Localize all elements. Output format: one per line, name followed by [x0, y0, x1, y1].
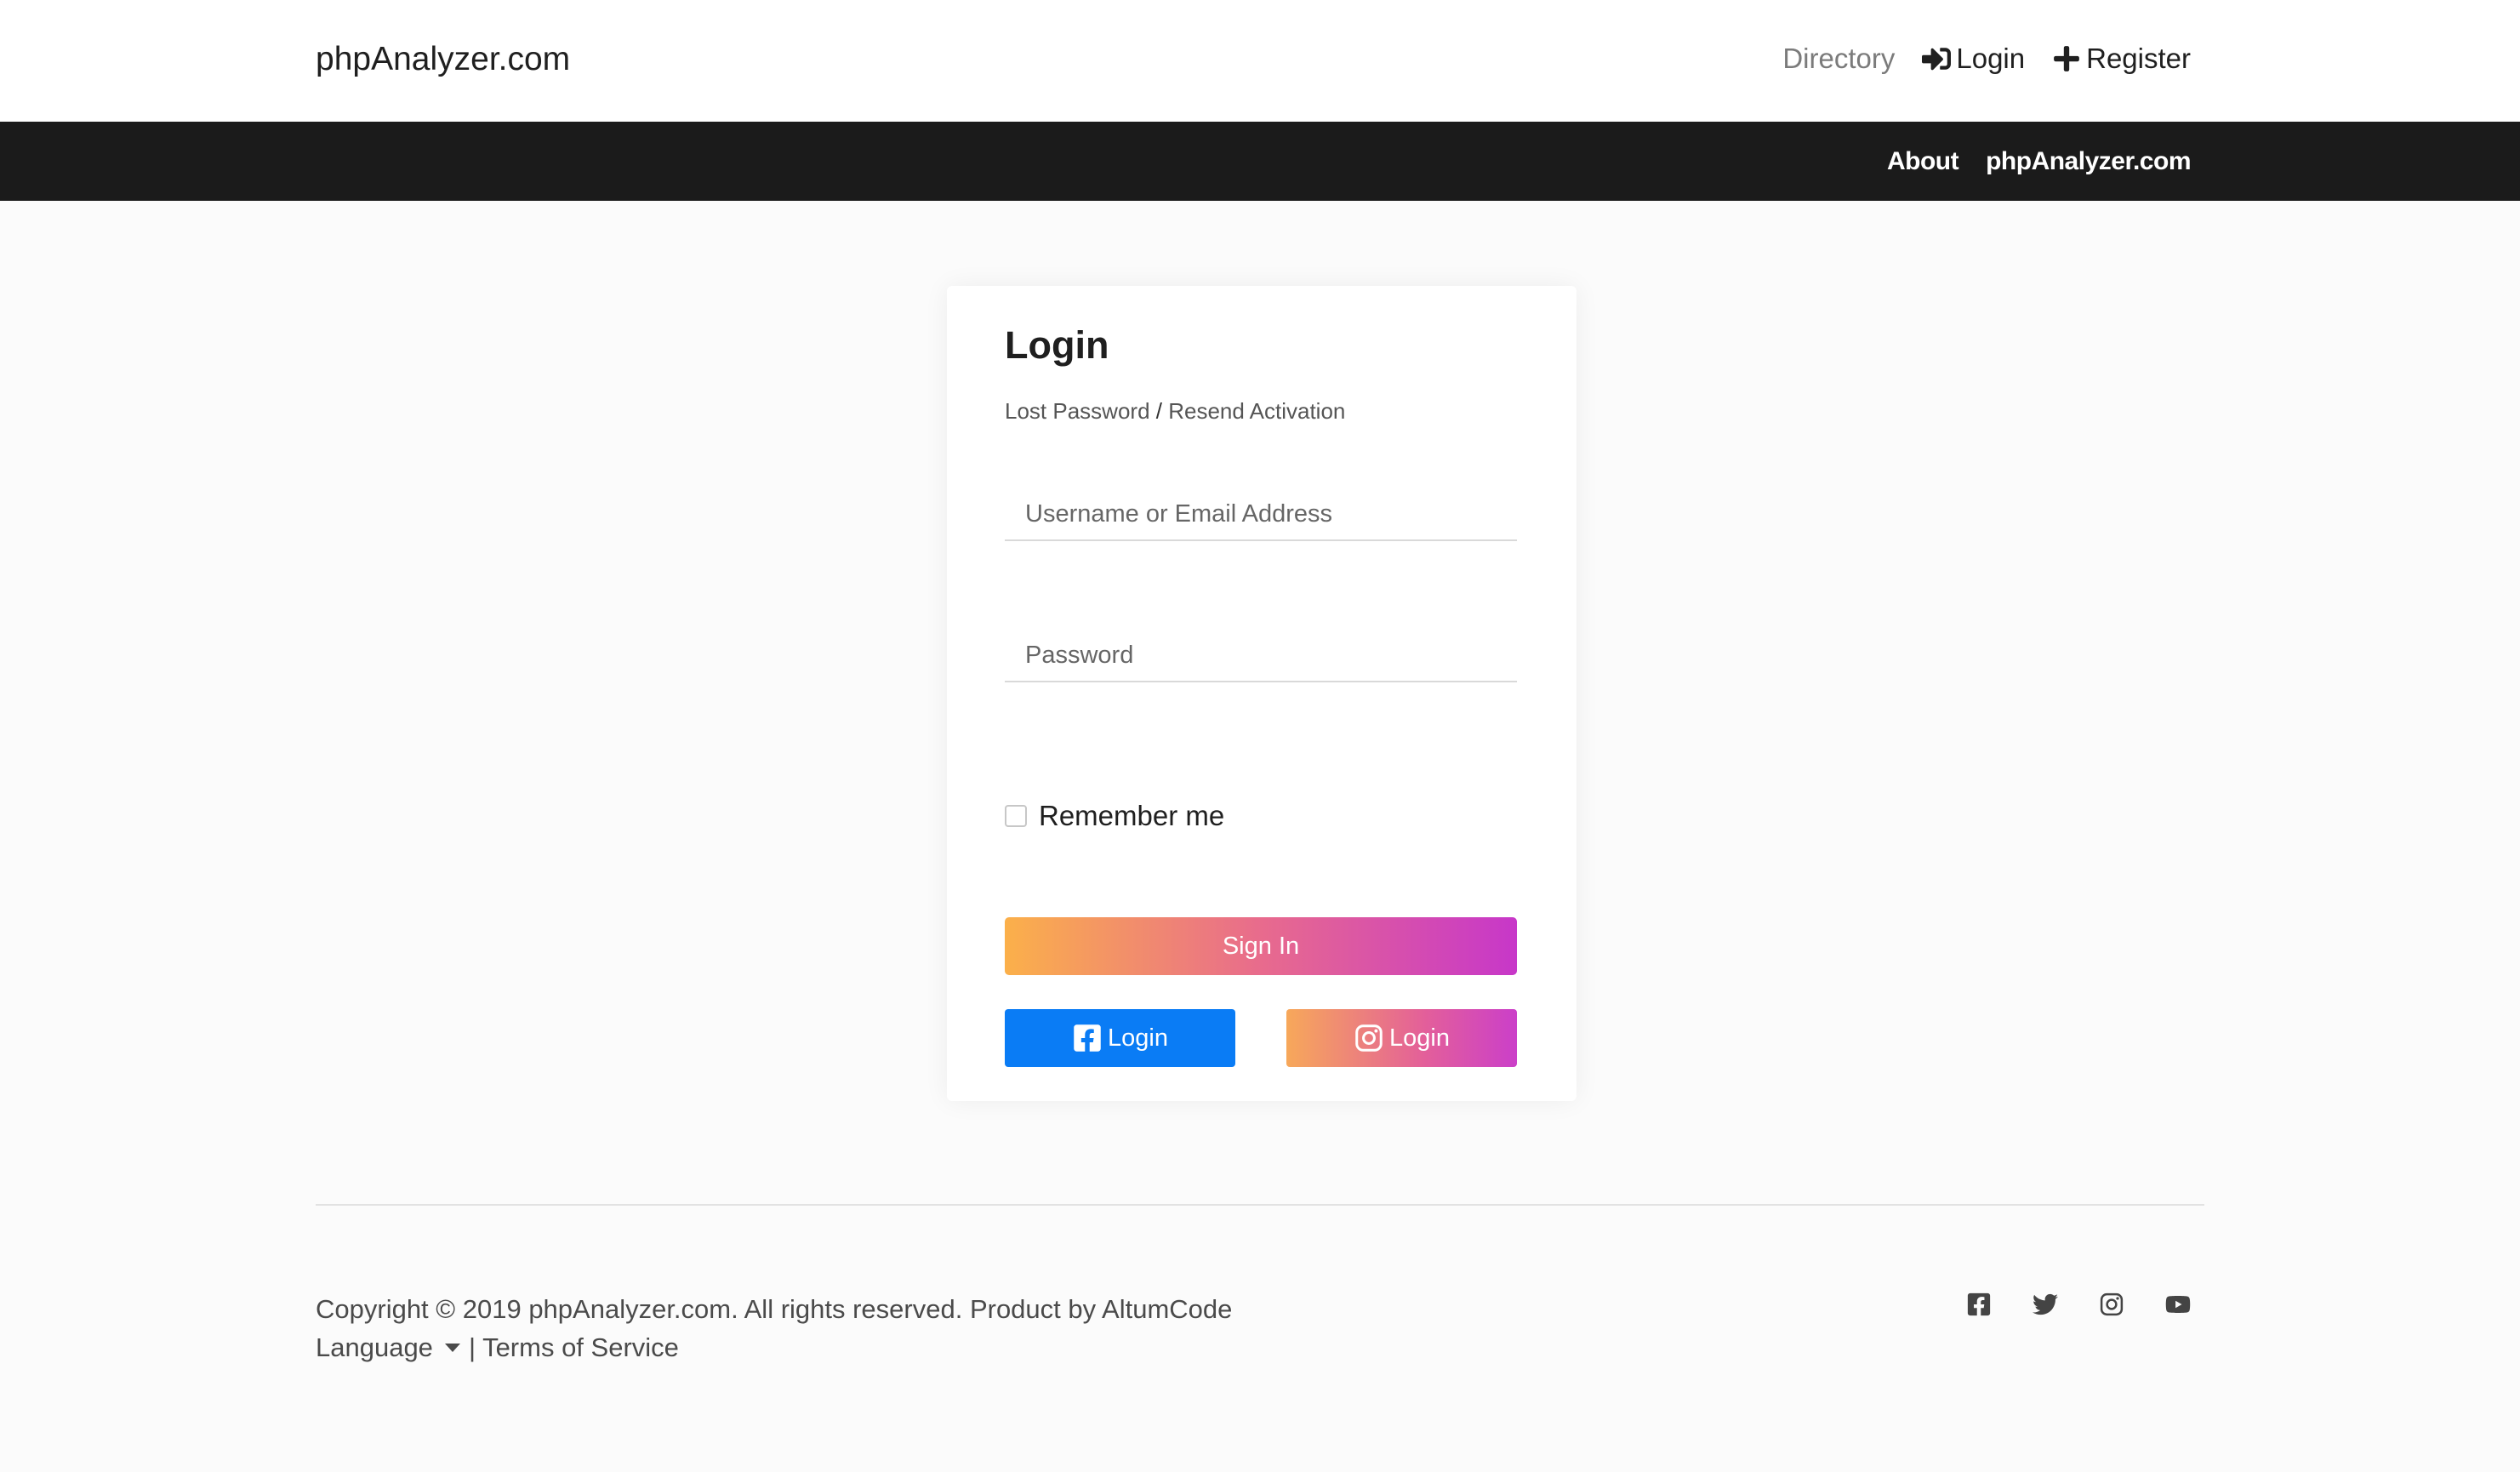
language-label: Language — [316, 1332, 433, 1362]
secondary-navbar: About phpAnalyzer.com — [0, 122, 2520, 201]
copyright-text: Copyright © 2019 phpAnalyzer.com. All ri… — [316, 1294, 1233, 1324]
lost-password-link[interactable]: Lost Password — [1005, 398, 1150, 424]
youtube-icon[interactable] — [2165, 1292, 2191, 1317]
footer: Copyright © 2019 phpAnalyzer.com. All ri… — [316, 1290, 1232, 1366]
footer-divider — [316, 1204, 2204, 1206]
footer-links: Language | Terms of Service — [316, 1328, 1232, 1366]
about-link[interactable]: About — [1887, 147, 1959, 176]
resend-activation-link[interactable]: Resend Activation — [1168, 398, 1345, 424]
footer-separator: | — [468, 1332, 476, 1362]
instagram-icon — [1355, 1024, 1383, 1052]
site-link[interactable]: phpAnalyzer.com — [1986, 147, 2191, 176]
nav-directory-link[interactable]: Directory — [1782, 43, 1895, 75]
facebook-square-icon — [1074, 1024, 1101, 1052]
sign-in-button[interactable]: Sign In — [1005, 917, 1517, 975]
nav-login-label: Login — [1956, 43, 2026, 74]
plus-icon — [2054, 46, 2079, 71]
nav-login-link[interactable]: Login — [1922, 43, 2025, 75]
instagram-icon[interactable] — [2099, 1292, 2124, 1317]
instagram-login-label: Login — [1389, 1024, 1450, 1052]
social-icons — [1966, 1292, 2191, 1317]
password-input[interactable] — [1005, 630, 1517, 682]
brand-logo[interactable]: phpAnalyzer.com — [316, 41, 570, 78]
caret-down-icon — [444, 1343, 460, 1352]
facebook-icon[interactable] — [1966, 1292, 1992, 1317]
twitter-icon[interactable] — [2033, 1292, 2058, 1317]
remember-label: Remember me — [1039, 800, 1225, 831]
login-title: Login — [1005, 323, 1109, 367]
login-card: Login Lost Password / Resend Activation … — [947, 286, 1576, 1101]
remember-checkbox[interactable] — [1005, 805, 1027, 827]
sign-in-icon — [1922, 48, 1952, 71]
links-separator: / — [1155, 398, 1162, 424]
secondary-nav: About phpAnalyzer.com — [1887, 147, 2192, 176]
language-dropdown[interactable]: Language — [316, 1328, 469, 1366]
top-navbar: phpAnalyzer.com Directory Login Register — [0, 0, 2520, 122]
facebook-login-label: Login — [1108, 1024, 1168, 1052]
nav-register-label: Register — [2086, 43, 2191, 74]
facebook-login-button[interactable]: Login — [1005, 1009, 1235, 1067]
nav-directory-label: Directory — [1782, 43, 1896, 74]
instagram-login-button[interactable]: Login — [1286, 1009, 1517, 1067]
remember-me[interactable]: Remember me — [1005, 800, 1224, 832]
top-nav: Directory Login Register — [1782, 43, 2191, 75]
account-links: Lost Password / Resend Activation — [1005, 398, 1345, 425]
terms-link[interactable]: Terms of Service — [482, 1332, 679, 1362]
username-input[interactable] — [1005, 488, 1517, 541]
nav-register-link[interactable]: Register — [2052, 43, 2191, 75]
